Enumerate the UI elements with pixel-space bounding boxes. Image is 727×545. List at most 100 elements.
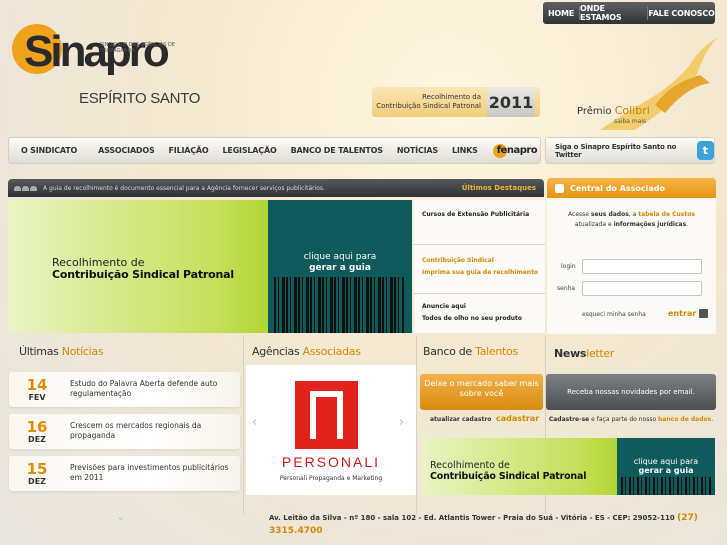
premio-highlight: Colibri bbox=[614, 104, 650, 117]
intro-text: Acesse bbox=[568, 211, 591, 218]
banco-dados-link[interactable]: banco de dados bbox=[658, 416, 711, 423]
top-navigation: HOME ONDE ESTAMOS FALE CONOSCO bbox=[543, 2, 715, 24]
news-item[interactable]: 15 DEZ Previsões para investimentos publ… bbox=[9, 456, 240, 491]
heading-highlight: Associadas bbox=[302, 345, 361, 358]
destaque-title: Anuncie aqui bbox=[422, 303, 466, 310]
nav-noticias[interactable]: NOTÍCIAS bbox=[390, 146, 445, 155]
user-icon bbox=[555, 183, 564, 193]
address-text: Av. Leitão da Silva - nº 180 - sala 102 … bbox=[269, 514, 675, 522]
chevron-down-icon[interactable]: ⌄ bbox=[116, 510, 126, 523]
central-title: Central do Associado bbox=[570, 183, 666, 193]
nav-filiacao[interactable]: FILIAÇÃO bbox=[162, 146, 216, 155]
agency-description: Personali Propaganda e Marketing bbox=[279, 475, 383, 482]
cadastre-se-link[interactable]: Cadastre-se bbox=[549, 416, 589, 423]
entrar-button[interactable]: entrar bbox=[668, 309, 709, 318]
news-item[interactable]: 14 FEV Estudo do Palavra Aberta defende … bbox=[9, 372, 240, 407]
talentos-banner[interactable]: Deixe o mercado saber mais sobre você bbox=[420, 374, 543, 410]
twitter-follow-link[interactable]: Siga o Sinapro Espírito Santo no Twitter… bbox=[545, 137, 715, 164]
login-input[interactable] bbox=[582, 259, 702, 274]
talentos-banner-text: Deixe o mercado saber mais sobre você bbox=[424, 379, 539, 398]
fenapro-link[interactable]: fenapro bbox=[492, 143, 538, 158]
banner-cta-line1: clique aqui para bbox=[303, 252, 377, 262]
saiba-mais-link[interactable]: saiba mais bbox=[614, 118, 646, 125]
footer-address: Av. Leitão da Silva - nº 180 - sala 102 … bbox=[269, 512, 709, 538]
entrar-label: entrar bbox=[668, 309, 697, 318]
contribuicao-banner[interactable]: Recolhimento de Contribuição Sindical Pa… bbox=[8, 200, 412, 333]
nav-fale-conosco[interactable]: FALE CONOSCO bbox=[648, 2, 715, 24]
news-day: 14 bbox=[26, 376, 48, 394]
nav-home[interactable]: HOME bbox=[543, 2, 579, 24]
intro-text: , a bbox=[628, 211, 639, 218]
destaque-item[interactable]: Contribuição Sindical Imprima sua guia d… bbox=[422, 255, 538, 279]
central-intro: Acesse seus dados, a tabela de Custos at… bbox=[547, 210, 716, 230]
intro-text: atualizada e bbox=[574, 221, 614, 228]
barcode-graphic bbox=[274, 277, 404, 333]
destaque-subtitle: Imprima sua guia de recolhimento bbox=[422, 269, 539, 276]
nav-banco-de-talentos[interactable]: BANCO DE TALENTOS bbox=[284, 146, 390, 155]
news-day: 16 bbox=[26, 418, 48, 436]
heading-highlight: letter bbox=[586, 347, 615, 360]
nav-associados[interactable]: ASSOCIADOS bbox=[84, 146, 161, 155]
destaque-item[interactable]: Cursos de Extensão Publicitária bbox=[422, 209, 529, 221]
destaque-title: Cursos de Extensão Publicitária bbox=[422, 211, 530, 218]
premio-colibri-link[interactable]: Prêmio Colibri bbox=[577, 104, 650, 117]
premio-label: Prêmio bbox=[577, 106, 615, 117]
news-month: DEZ bbox=[28, 435, 46, 444]
news-title: Estudo do Palavra Aberta defende auto re… bbox=[70, 379, 218, 398]
agencias-associadas-heading: Agências Associadas bbox=[252, 345, 361, 358]
central-associado-header: Central do Associado bbox=[547, 178, 716, 198]
banner-line2: Contribuição Sindical Patronal bbox=[52, 268, 234, 281]
logo-subtitle: ESPÍRITO SANTO bbox=[79, 90, 201, 107]
logo-tagline: SINDICATO DAS AGÊNCIAS DE PROPAGANDA bbox=[100, 42, 176, 54]
banner-left: Recolhimento de Contribuição Sindical Pa… bbox=[8, 200, 268, 333]
arrow-icon bbox=[699, 309, 709, 318]
newsletter-banner-text: Receba nossas novidades por email. bbox=[567, 388, 695, 396]
login-panel: Acesse seus dados, a tabela de Custos at… bbox=[547, 198, 716, 334]
intro-bold: seus dados bbox=[590, 211, 629, 218]
recolhimento-2011-link[interactable]: Recolhimento da Contribuição Sindical Pa… bbox=[372, 87, 540, 117]
intro-bold: informações jurídicas bbox=[613, 221, 687, 228]
news-item[interactable]: 16 DEZ Crescem os mercados regionais da … bbox=[9, 414, 240, 449]
senha-input[interactable] bbox=[582, 281, 702, 296]
newsletter-banner[interactable]: Receba nossas novidades por email. bbox=[546, 374, 716, 410]
banner2-line2: Contribuição Sindical Patronal bbox=[430, 471, 587, 482]
heading-text: Últimas bbox=[19, 345, 62, 358]
nav-legislacao[interactable]: LEGISLAÇÃO bbox=[216, 146, 284, 155]
senha-label: senha bbox=[557, 285, 576, 292]
ultimos-destaques-link[interactable]: Últimos Destaques bbox=[462, 184, 536, 192]
twitter-label: Siga o Sinapro Espírito Santo no Twitter bbox=[555, 142, 677, 159]
news-month: DEZ bbox=[28, 477, 46, 486]
newsletter-text-part: . bbox=[711, 416, 714, 423]
nav-onde-estamos[interactable]: ONDE ESTAMOS bbox=[580, 2, 647, 24]
contribuicao-banner-small[interactable]: Recolhimento de Contribuição Sindical Pa… bbox=[422, 438, 715, 495]
newsletter-text-part: e faça parte do nosso bbox=[589, 416, 659, 423]
personali-logo[interactable] bbox=[295, 381, 358, 449]
divider bbox=[416, 336, 417, 514]
destaque-subtitle: Todos de olho no seu produto bbox=[422, 315, 523, 322]
news-title: Crescem os mercados regionais da propaga… bbox=[70, 421, 202, 440]
heading-text: Agências bbox=[252, 345, 303, 358]
chevron-right-icon[interactable]: › bbox=[399, 415, 404, 430]
banner-cta[interactable]: clique aqui para gerar a guia bbox=[268, 200, 412, 333]
recolhimento-line1: Recolhimento da bbox=[422, 93, 481, 101]
nav-links[interactable]: LINKS bbox=[445, 146, 485, 155]
destaque-title: Contribuição Sindical bbox=[422, 257, 494, 264]
ultimas-noticias-heading: Últimas Notícias bbox=[19, 345, 104, 358]
cadastrar-link[interactable]: cadastrar bbox=[496, 414, 539, 423]
destaque-item[interactable]: Anuncie aqui Todos de olho no seu produt… bbox=[422, 301, 522, 325]
nav-o-sindicato[interactable]: O SINDICATO bbox=[9, 146, 84, 155]
atualizar-cadastro-link[interactable]: atualizar cadastro bbox=[430, 416, 491, 423]
chevron-left-icon[interactable]: ‹ bbox=[252, 415, 257, 430]
banner2-line1: Recolhimento de bbox=[430, 460, 510, 471]
intro-highlight: tabela de Custos bbox=[638, 211, 695, 218]
news-title: Previsões para investimentos publicitári… bbox=[70, 463, 229, 482]
intro-text: . bbox=[686, 221, 689, 228]
banner2-cta[interactable]: clique aqui para gerar a guia bbox=[617, 438, 715, 495]
forgot-password-link[interactable]: esqueci minha senha bbox=[582, 311, 646, 318]
p-letter-shape bbox=[310, 391, 343, 439]
banner2-cta-line1: clique aqui para bbox=[633, 457, 699, 466]
recolhimento-line2: Contribuição Sindical Patronal bbox=[376, 102, 481, 110]
ticker-message[interactable]: A guia de recolhimento é documento essen… bbox=[43, 185, 325, 192]
banco-talentos-heading: Banco de Talentos bbox=[423, 345, 518, 358]
recolhimento-year: 2011 bbox=[487, 87, 535, 117]
